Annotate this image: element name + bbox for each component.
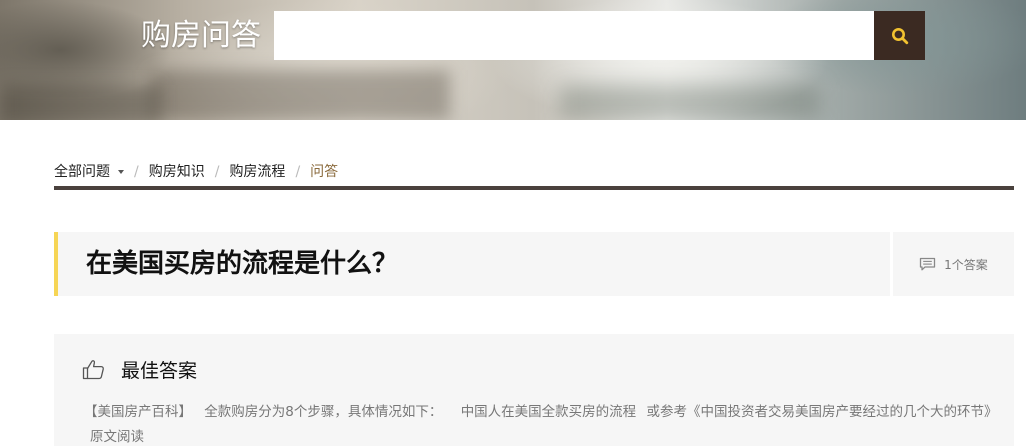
breadcrumb-item-all-questions[interactable]: 全部问题 <box>54 160 124 184</box>
breadcrumb-item-knowledge[interactable]: 购房知识 <box>149 160 205 184</box>
caret-down-icon <box>118 170 124 174</box>
best-answer-heading: 最佳答案 <box>121 359 198 382</box>
hero-background-shape <box>560 85 820 120</box>
hero-background-shape <box>0 85 160 120</box>
question-title: 在美国买房的流程是什么？ <box>86 249 399 279</box>
search-icon <box>891 27 908 44</box>
answer-source: 【美国房产百科】 <box>84 404 192 420</box>
answer-intro: 全款购房分为8个步骤，具体情况如下： <box>204 404 443 420</box>
search-button[interactable] <box>874 11 925 60</box>
best-answer-header: 最佳答案 <box>82 356 197 382</box>
read-original-link[interactable]: 原文阅读 <box>90 429 144 445</box>
answer-count-badge[interactable]: 1个答案 <box>893 232 1014 296</box>
best-answer-text: 【美国房产百科】 全款购房分为8个步骤，具体情况如下： 中国人在美国全款买房的流… <box>84 400 1004 446</box>
breadcrumb-item-current: 问答 <box>310 164 339 180</box>
answer-count: 1个答案 <box>944 257 988 272</box>
breadcrumb-label: 全部问题 <box>54 164 110 180</box>
search-input[interactable] <box>274 11 874 60</box>
question-title-box: 在美国买房的流程是什么？ <box>54 232 890 296</box>
best-answer-panel: 最佳答案 【美国房产百科】 全款购房分为8个步骤，具体情况如下： 中国人在美国全… <box>54 334 1014 446</box>
answer-or-text: 或参考 <box>646 404 687 420</box>
breadcrumb-divider <box>54 186 1014 190</box>
breadcrumb-item-process[interactable]: 购房流程 <box>229 160 285 184</box>
answer-link-investor-guide[interactable]: 《中国投资者交易美国房产要经过的几个大的环节》 <box>687 404 998 420</box>
comment-icon <box>920 257 936 271</box>
breadcrumb-separator: / <box>134 164 139 180</box>
breadcrumb-separator: / <box>214 164 220 180</box>
answer-link-full-payment-process[interactable]: 中国人在美国全款买房的流程 <box>461 404 637 420</box>
breadcrumb-separator: / <box>295 164 301 180</box>
breadcrumb: 全部问题 / 购房知识 / 购房流程 / 问答 <box>54 160 338 184</box>
page-title: 购房问答 <box>141 18 261 53</box>
thumbs-up-icon <box>82 359 104 379</box>
hero-background-shape <box>150 70 450 120</box>
